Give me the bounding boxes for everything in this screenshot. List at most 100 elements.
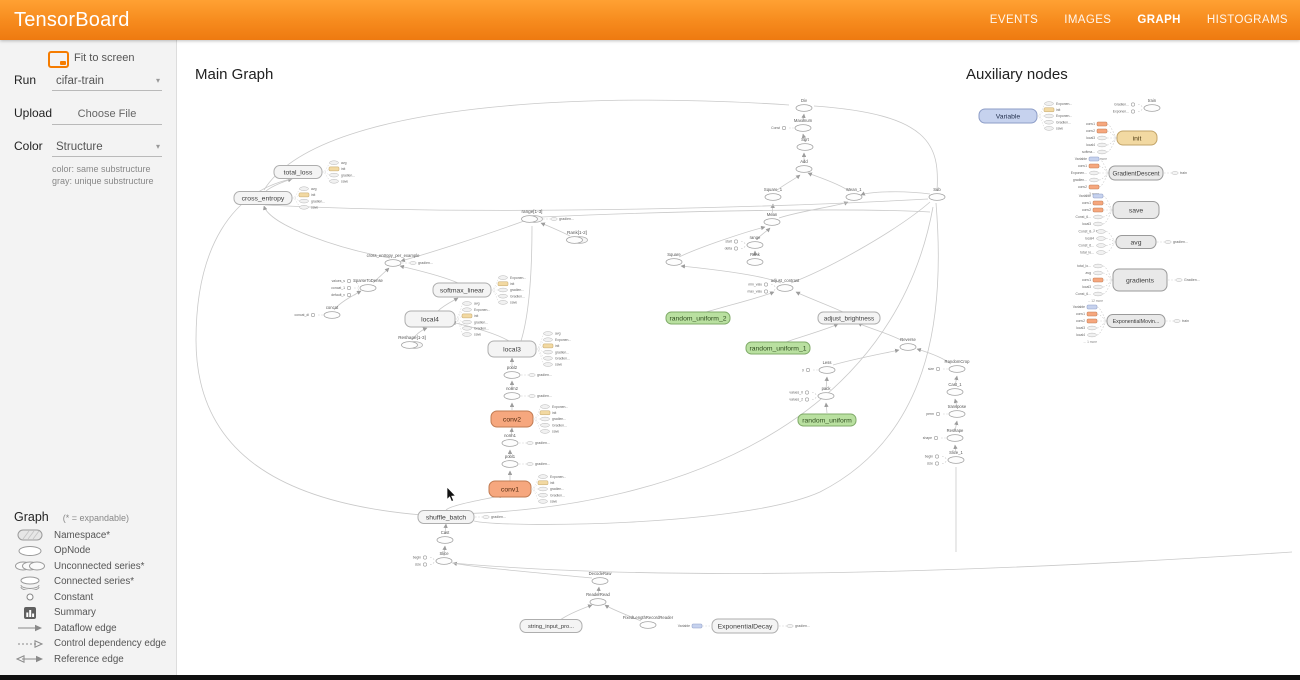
svg-text:norm1: norm1 [504, 433, 517, 438]
svg-text:Rank[1-2]: Rank[1-2] [567, 230, 587, 235]
svg-text:Gradien...: Gradien... [1114, 103, 1129, 107]
svg-text:avg: avg [555, 332, 561, 336]
graph-node-norm1[interactable]: norm1gradien... [502, 433, 550, 446]
graph-node-slice[interactable]: Slicebeginsize [413, 551, 452, 567]
svg-text:Gradien...: Gradien... [1056, 120, 1071, 124]
graph-node-pool2[interactable]: pool2gradien... [504, 365, 552, 378]
graph-node-local4[interactable]: local4avgExponen...initgradien...Gradien… [405, 302, 490, 337]
svg-text:... 1 more: ... 1 more [1084, 340, 1098, 344]
svg-text:ExponentialMovin...: ExponentialMovin... [1113, 319, 1160, 325]
control-edge-icon [14, 636, 48, 652]
graph-edge [401, 221, 524, 261]
svg-text:train: train [1180, 171, 1187, 175]
color-select-value: Structure [56, 141, 103, 153]
svg-text:Square_1: Square_1 [764, 187, 783, 192]
graph-node-adjust-brightness[interactable]: adjust_brightness [818, 312, 880, 324]
svg-text:local3: local3 [1082, 285, 1091, 289]
graph-node-fixedlengthrecordreader[interactable]: FixedLengthRecordReader [623, 615, 674, 628]
legend-item: Connected series* [14, 574, 170, 590]
graph-node-sub[interactable]: Sub [929, 187, 945, 200]
graph-edge [400, 266, 458, 283]
graph-node-exponentialdecay[interactable]: ExponentialDecayVariablegradien... [678, 619, 810, 633]
svg-text:init: init [510, 282, 514, 286]
nav-tab-histograms[interactable]: HISTOGRAMS [1207, 14, 1288, 26]
graph-node-pack[interactable]: packvalues_0values_2 [789, 386, 834, 402]
choose-file-button[interactable]: Choose File [52, 105, 162, 125]
svg-text:save: save [474, 333, 481, 337]
svg-text:Variable: Variable [1073, 305, 1085, 309]
graph-node-init[interactable]: initconv1conv2local3local4softma...... 3… [1082, 122, 1157, 161]
graph-node-conv1[interactable]: conv1Exponen...initgradien...Gradien...s… [489, 475, 566, 504]
graph-node-add[interactable]: Add [796, 159, 812, 172]
svg-text:init: init [550, 481, 554, 485]
graph-node-cast[interactable]: Cast [437, 530, 453, 543]
nav-tab-graph[interactable]: GRAPH [1137, 14, 1181, 26]
run-label: Run [14, 73, 52, 87]
graph-node-mean-1[interactable]: Mean_1 [846, 187, 862, 200]
svg-text:total_loss: total_loss [284, 169, 313, 176]
graph-node-pool1[interactable]: pool1gradien... [502, 454, 550, 467]
svg-text:Rank: Rank [750, 252, 761, 257]
graph-node-reshape[interactable]: Reshapeshape [923, 428, 964, 441]
svg-text:gradien...: gradien... [491, 515, 506, 519]
graph-node-reshape-1-3-[interactable]: Reshape[1-3] [398, 335, 426, 348]
graph-node-reverse[interactable]: Reverse [900, 337, 916, 350]
svg-text:concat_1: concat_1 [331, 286, 345, 290]
graph-node-maximum[interactable]: MaximumConst [771, 118, 812, 131]
graph-node-conv2[interactable]: conv2Exponen...initgradien...Gradien...s… [491, 405, 568, 434]
graph-node-sqrt[interactable]: Sqrt [797, 137, 813, 150]
graph-node-transpose[interactable]: transposeperm [926, 404, 967, 417]
legend-title: Graph [14, 510, 49, 524]
graph-node-save[interactable]: saveVariableconv1conv2Const_6...local3..… [1076, 194, 1159, 233]
svg-text:local4: local4 [421, 316, 439, 323]
dataflow-edge-icon [14, 620, 48, 636]
svg-text:avg: avg [341, 161, 347, 165]
main-graph-canvas[interactable]: total_lossavginitgradien...savecross_ent… [176, 40, 1300, 675]
svg-text:Slice_1: Slice_1 [949, 450, 963, 455]
graph-edge [541, 223, 570, 236]
run-select[interactable]: cifar-train ▾ [52, 73, 162, 91]
legend-item: Unconnected series* [14, 559, 170, 575]
graph-edge [560, 605, 592, 620]
svg-text:Add: Add [800, 159, 808, 164]
graph-node-random-uniform-1[interactable]: random_uniform_1 [746, 342, 810, 354]
fit-to-screen-icon[interactable] [48, 51, 69, 68]
graph-node-gradientdescent[interactable]: GradientDescentVariableconv1Exponen...gr… [1071, 157, 1187, 196]
graph-node-randomcrop[interactable]: RandomCropsize [928, 359, 970, 372]
svg-text:Mean: Mean [767, 212, 778, 217]
graph-node-rank[interactable]: Rank [747, 252, 763, 265]
svg-text:transpose: transpose [948, 404, 967, 409]
nav-tab-images[interactable]: IMAGES [1064, 14, 1111, 26]
graph-node-gradients[interactable]: gradientstotal_lo...avgconv1local3Const_… [1076, 264, 1200, 303]
run-row: Run cifar-train ▾ [14, 73, 162, 91]
graph-node-concat[interactable]: concatconcat_di [294, 305, 340, 318]
graph-node-sparsetodense[interactable]: SparseToDensevalues_sconcat_1default_v [331, 278, 383, 297]
graph-node-div[interactable]: Div [796, 98, 812, 111]
graph-node-train[interactable]: trainGradien...Exponen... [1113, 98, 1160, 114]
nav-tab-events[interactable]: EVENTS [990, 14, 1038, 26]
svg-text:avg: avg [474, 302, 480, 306]
graph-node-slice-1[interactable]: Slice_1beginsize [925, 450, 964, 466]
graph-node-random-uniform[interactable]: random_uniform [798, 414, 856, 426]
graph-node-cast-1[interactable]: Cast_1 [947, 382, 963, 395]
graph-node-exponentialmovin-[interactable]: ExponentialMovin...Variableconv1conv2loc… [1073, 305, 1189, 344]
graph-node-variable[interactable]: VariableExponen...initExponen...Gradien.… [979, 102, 1072, 131]
graph-node-string-input-pro-[interactable]: string_input_pro... [520, 620, 582, 633]
graph-node-less[interactable]: Lessy [802, 360, 835, 373]
color-select[interactable]: Structure ▾ [52, 139, 162, 157]
graph-node-adjust-contrast[interactable]: adjust_contrastmin_valumax_valu [747, 278, 800, 294]
graph-node-readerread[interactable]: ReaderRead [586, 592, 610, 605]
graph-node-norm2[interactable]: norm2gradien... [504, 386, 552, 399]
graph-node-mean[interactable]: Mean [764, 212, 780, 225]
svg-text:gradien...: gradien... [418, 261, 433, 265]
graph-node-square-1[interactable]: Square_1 [764, 187, 783, 200]
graph-node-avg[interactable]: avgConst_6...local4Const_6...total_lo...… [1079, 230, 1188, 255]
fit-to-screen-label[interactable]: Fit to screen [74, 52, 135, 64]
legend-item-label: Constant [54, 592, 93, 603]
graph-node-square[interactable]: Square [666, 252, 682, 265]
graph-node-decoderaw[interactable]: DecodeRaw [589, 571, 613, 584]
svg-text:values_2: values_2 [789, 398, 803, 402]
graph-node-softmax-linear[interactable]: softmax_linearExponen...initgradien...Gr… [433, 276, 526, 305]
graph-node-rank-1-2-[interactable]: Rank[1-2] [567, 230, 588, 243]
graph-node-random-uniform-2[interactable]: random_uniform_2 [666, 312, 730, 324]
